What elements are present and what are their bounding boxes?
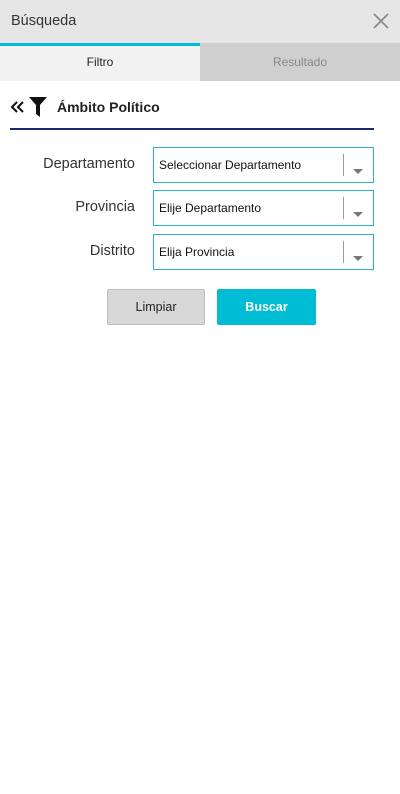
- departamento-select-value: Seleccionar Departamento: [159, 158, 302, 172]
- clear-button[interactable]: Limpiar: [107, 289, 205, 325]
- close-icon[interactable]: [372, 12, 390, 30]
- chevron-down-icon[interactable]: [352, 162, 364, 174]
- panel-title: Búsqueda: [11, 13, 77, 29]
- select-divider: [343, 197, 344, 219]
- distrito-select[interactable]: Elija Provincia: [153, 234, 374, 270]
- provincia-select-value: Elije Departamento: [159, 201, 262, 215]
- search-panel: Búsqueda Filtro Resultado Ámbito Polític…: [0, 0, 400, 794]
- panel-header: Búsqueda: [0, 0, 400, 43]
- field-row-distrito: Distrito Elija Provincia: [0, 234, 400, 270]
- section-header: Ámbito Político: [10, 96, 374, 130]
- tab-resultado[interactable]: Resultado: [200, 43, 400, 81]
- field-row-departamento: Departamento Seleccionar Departamento: [0, 147, 400, 183]
- distrito-label: Distrito: [89, 243, 135, 259]
- select-divider: [343, 241, 344, 263]
- provincia-label: Provincia: [75, 199, 135, 215]
- tab-bar: Filtro Resultado: [0, 43, 400, 81]
- chevron-down-icon[interactable]: [352, 205, 364, 217]
- section-title: Ámbito Político: [57, 99, 160, 115]
- field-row-provincia: Provincia Elije Departamento: [0, 190, 400, 226]
- search-button[interactable]: Buscar: [217, 289, 316, 325]
- select-divider: [343, 154, 344, 176]
- chevron-down-icon[interactable]: [352, 249, 364, 261]
- departamento-label: Departamento: [43, 156, 135, 172]
- tab-filtro[interactable]: Filtro: [0, 43, 200, 81]
- double-chevron-left-icon[interactable]: [10, 100, 24, 114]
- filter-icon: [29, 97, 47, 117]
- distrito-select-value: Elija Provincia: [159, 245, 235, 259]
- departamento-select[interactable]: Seleccionar Departamento: [153, 147, 374, 183]
- provincia-select[interactable]: Elije Departamento: [153, 190, 374, 226]
